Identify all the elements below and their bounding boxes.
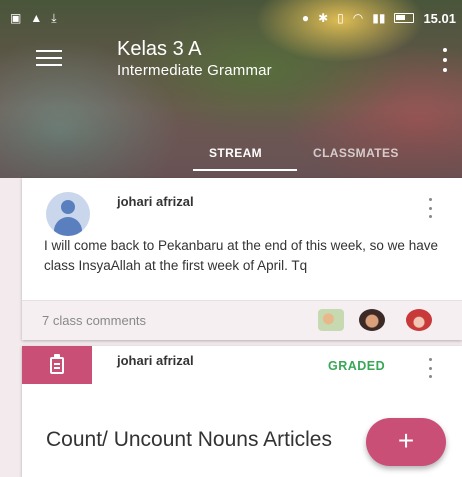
add-button[interactable]: + xyxy=(366,418,446,466)
post-more-icon[interactable] xyxy=(426,198,434,218)
battery-icon xyxy=(394,13,415,23)
assignment-title: Count/ Uncount Nouns Articles xyxy=(46,428,332,451)
tab-classmates[interactable]: CLASSMATES xyxy=(313,146,399,160)
post-text: I will come back to Pekanbaru at the end… xyxy=(44,238,438,273)
commenter-avatar xyxy=(318,309,344,331)
status-time: 15.01 xyxy=(423,10,456,26)
class-comments-link[interactable]: 7 class comments xyxy=(22,301,462,340)
commenter-avatar xyxy=(406,309,432,331)
tab-bar: STREAM CLASSMATES xyxy=(0,140,462,178)
assignment-more-icon[interactable] xyxy=(426,358,434,378)
class-subtitle: Intermediate Grammar xyxy=(117,62,272,79)
wifi-icon: ◠ xyxy=(352,11,364,25)
avatar xyxy=(46,192,90,236)
assignment-author: johari afrizal xyxy=(117,353,194,368)
graded-badge: GRADED xyxy=(328,359,386,373)
announcement-card[interactable]: johari afrizal I will come back to Pekan… xyxy=(22,178,462,340)
signal-icon: ▮▮ xyxy=(372,11,386,25)
assignment-icon xyxy=(22,346,92,384)
bluetooth-icon: ✱ xyxy=(318,11,329,25)
download-icon: ⤓ xyxy=(51,11,57,25)
post-author: johari afrizal xyxy=(117,194,194,209)
tab-stream[interactable]: STREAM xyxy=(209,146,262,160)
status-bar: ▣ ▲ ⤓ ● ✱ ▯ ◠ ▮▮ 15.01 xyxy=(0,0,462,36)
location-icon: ● xyxy=(301,11,310,25)
comments-count: 7 class comments xyxy=(42,313,147,328)
commenter-avatar xyxy=(359,309,385,331)
more-options-icon[interactable] xyxy=(440,48,450,72)
active-tab-indicator xyxy=(193,169,297,171)
warning-icon: ▲ xyxy=(30,11,43,25)
class-title: Kelas 3 A xyxy=(117,38,202,60)
app-bar: Kelas 3 A Intermediate Grammar xyxy=(0,36,462,100)
menu-icon[interactable] xyxy=(36,50,62,72)
vibrate-icon: ▯ xyxy=(337,11,344,25)
image-icon: ▣ xyxy=(10,11,22,25)
